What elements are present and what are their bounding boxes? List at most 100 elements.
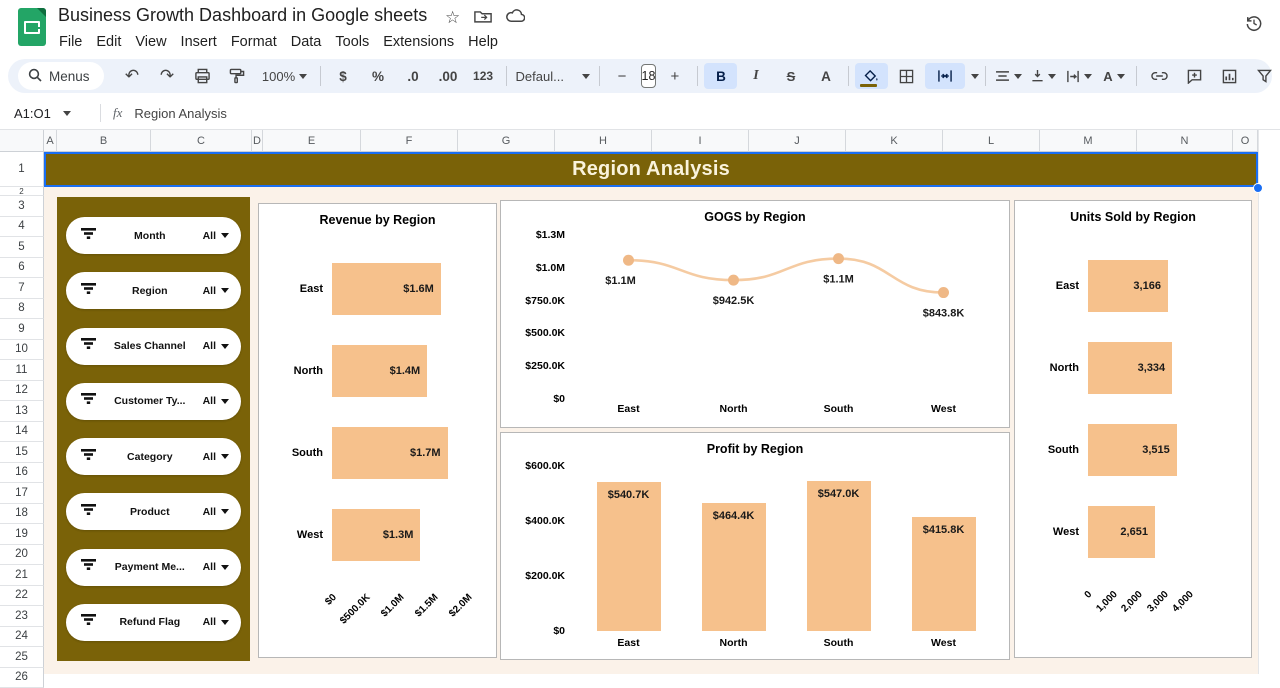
insert-comment-button[interactable] <box>1178 63 1211 89</box>
paint-format-button[interactable] <box>221 63 254 89</box>
row-header-1[interactable]: 1 <box>0 152 44 187</box>
menu-data[interactable]: Data <box>284 32 329 52</box>
increase-font-size-button[interactable]: + <box>658 63 691 89</box>
menu-tools[interactable]: Tools <box>328 32 376 52</box>
slicer-product[interactable]: ProductAll <box>66 493 241 530</box>
menus-search-pill[interactable]: Menus <box>18 62 104 90</box>
column-header-N[interactable]: N <box>1137 130 1233 152</box>
currency-format-button[interactable]: $ <box>327 63 360 89</box>
column-header-B[interactable]: B <box>57 130 151 152</box>
slicer-category[interactable]: CategoryAll <box>66 438 241 475</box>
font-select[interactable]: Defaul... <box>513 63 593 89</box>
selection-fill-handle[interactable] <box>1253 183 1263 193</box>
insert-link-button[interactable] <box>1143 63 1176 89</box>
column-header-O[interactable]: O <box>1233 130 1258 152</box>
row-header-23[interactable]: 23 <box>0 606 44 627</box>
column-header-C[interactable]: C <box>151 130 252 152</box>
row-header-10[interactable]: 10 <box>0 340 44 361</box>
slicer-value-dropdown[interactable]: All <box>203 506 229 518</box>
strikethrough-button[interactable]: S <box>774 63 807 89</box>
vertical-align-button[interactable] <box>1027 63 1060 89</box>
move-folder-icon[interactable] <box>474 8 492 29</box>
column-header-D[interactable]: D <box>252 130 263 152</box>
banner-cell-region-analysis[interactable]: Region Analysis <box>44 152 1258 187</box>
number-format-button[interactable]: 123 <box>467 63 500 89</box>
menu-help[interactable]: Help <box>461 32 505 52</box>
slicer-refund-flag[interactable]: Refund FlagAll <box>66 604 241 641</box>
slicer-region[interactable]: RegionAll <box>66 272 241 309</box>
decrease-decimal-button[interactable]: .0 <box>397 63 430 89</box>
slicer-month[interactable]: MonthAll <box>66 217 241 254</box>
column-header-F[interactable]: F <box>361 130 458 152</box>
row-header-24[interactable]: 24 <box>0 627 44 648</box>
slicer-sales-channel[interactable]: Sales ChannelAll <box>66 328 241 365</box>
column-header-I[interactable]: I <box>652 130 749 152</box>
row-header-20[interactable]: 20 <box>0 545 44 566</box>
document-title[interactable]: Business Growth Dashboard in Google shee… <box>58 5 427 26</box>
slicer-value-dropdown[interactable]: All <box>203 285 229 297</box>
column-header-G[interactable]: G <box>458 130 555 152</box>
chart-gogs-by-region[interactable]: GOGS by Region$0$250.0K$500.0K$750.0K$1.… <box>500 200 1010 428</box>
percent-format-button[interactable]: % <box>362 63 395 89</box>
slicer-value-dropdown[interactable]: All <box>203 395 229 407</box>
row-header-7[interactable]: 7 <box>0 278 44 299</box>
row-header-17[interactable]: 17 <box>0 483 44 504</box>
column-header-L[interactable]: L <box>943 130 1040 152</box>
menu-format[interactable]: Format <box>224 32 284 52</box>
zoom-select[interactable]: 100% <box>256 63 314 89</box>
italic-button[interactable]: I <box>739 63 772 89</box>
chart-revenue-by-region[interactable]: Revenue by RegionEast$1.6MNorth$1.4MSout… <box>258 203 497 658</box>
slicer-value-dropdown[interactable]: All <box>203 340 229 352</box>
column-header-E[interactable]: E <box>263 130 361 152</box>
text-rotation-button[interactable]: A <box>1097 63 1130 89</box>
formula-input[interactable]: Region Analysis <box>134 106 227 121</box>
insert-chart-button[interactable] <box>1213 63 1246 89</box>
row-header-8[interactable]: 8 <box>0 299 44 320</box>
chart-profit-by-region[interactable]: Profit by Region$0$200.0K$400.0K$600.0K$… <box>500 432 1010 660</box>
slicer-value-dropdown[interactable]: All <box>203 616 229 628</box>
version-history-icon[interactable] <box>1240 9 1268 37</box>
print-button[interactable] <box>186 63 219 89</box>
row-header-21[interactable]: 21 <box>0 565 44 586</box>
column-header-J[interactable]: J <box>749 130 846 152</box>
menu-file[interactable]: File <box>52 32 89 52</box>
increase-decimal-button[interactable]: .00 <box>432 63 465 89</box>
row-header-18[interactable]: 18 <box>0 504 44 525</box>
column-header-A[interactable]: A <box>44 130 57 152</box>
row-header-26[interactable]: 26 <box>0 668 44 688</box>
cloud-status-icon[interactable] <box>506 8 525 29</box>
column-header-H[interactable]: H <box>555 130 652 152</box>
menu-view[interactable]: View <box>128 32 173 52</box>
slicer-value-dropdown[interactable]: All <box>203 230 229 242</box>
menu-insert[interactable]: Insert <box>174 32 224 52</box>
borders-button[interactable] <box>890 63 923 89</box>
bold-button[interactable]: B <box>704 63 737 89</box>
menu-edit[interactable]: Edit <box>89 32 128 52</box>
row-header-19[interactable]: 19 <box>0 524 44 545</box>
text-wrap-button[interactable] <box>1062 63 1095 89</box>
create-filter-button[interactable] <box>1248 63 1280 89</box>
name-box[interactable]: A1:O1 <box>0 106 100 121</box>
row-header-16[interactable]: 16 <box>0 463 44 484</box>
row-header-22[interactable]: 22 <box>0 586 44 607</box>
select-all-corner[interactable] <box>0 130 44 152</box>
column-header-M[interactable]: M <box>1040 130 1137 152</box>
row-header-13[interactable]: 13 <box>0 401 44 422</box>
slicer-customer-ty-[interactable]: Customer Ty...All <box>66 383 241 420</box>
row-header-9[interactable]: 9 <box>0 319 44 340</box>
row-header-11[interactable]: 11 <box>0 360 44 381</box>
chart-units-sold-by-region[interactable]: Units Sold by RegionEast3,166North3,334S… <box>1014 200 1252 658</box>
menu-extensions[interactable]: Extensions <box>376 32 461 52</box>
slicer-payment-me-[interactable]: Payment Me...All <box>66 549 241 586</box>
star-icon[interactable]: ☆ <box>445 8 460 29</box>
row-header-6[interactable]: 6 <box>0 258 44 279</box>
merge-cells-button[interactable] <box>925 63 965 89</box>
font-size-input[interactable]: 18 <box>641 64 657 88</box>
row-header-25[interactable]: 25 <box>0 647 44 668</box>
row-header-2[interactable]: 2 <box>0 187 44 196</box>
slicer-value-dropdown[interactable]: All <box>203 451 229 463</box>
merge-dropdown-icon[interactable] <box>971 74 979 79</box>
row-header-3[interactable]: 3 <box>0 196 44 217</box>
horizontal-align-button[interactable] <box>992 63 1025 89</box>
row-header-4[interactable]: 4 <box>0 217 44 238</box>
